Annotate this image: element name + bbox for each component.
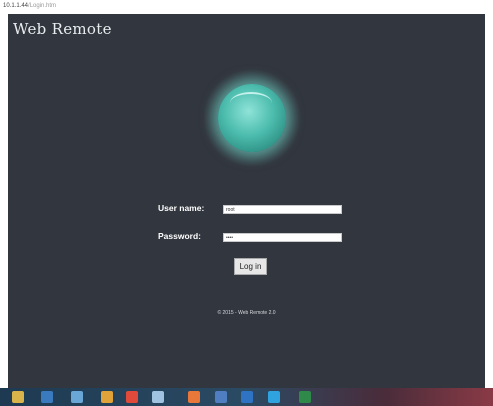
chrome-icon[interactable] — [126, 391, 138, 403]
firefox-icon[interactable] — [188, 391, 200, 403]
outlook-icon[interactable] — [241, 391, 253, 403]
password-label: Password: — [158, 231, 201, 241]
web-remote-app: Web Remote User name: Password: Log in ©… — [8, 14, 485, 388]
address-host: 10.1.1.44 — [3, 3, 29, 9]
taskbar — [0, 388, 493, 406]
excel-icon[interactable] — [299, 391, 311, 403]
monitor-icon[interactable] — [152, 391, 164, 403]
copyright-footer: © 2015 - Web Remote 2.0 — [217, 310, 276, 316]
password-field[interactable] — [223, 233, 342, 242]
orb-highlight — [230, 92, 272, 114]
address-bar[interactable]: 10.1.1.44/Login.htm — [0, 0, 493, 12]
file-explorer-icon[interactable] — [12, 391, 24, 403]
paint-icon[interactable] — [101, 391, 113, 403]
login-button[interactable]: Log in — [234, 258, 267, 275]
address-path: /Login.htm — [28, 3, 57, 9]
app-title: Web Remote — [13, 20, 112, 38]
username-field[interactable] — [223, 205, 342, 214]
skype-icon[interactable] — [268, 391, 280, 403]
media-player-icon[interactable] — [41, 391, 53, 403]
save-icon[interactable] — [215, 391, 227, 403]
network-icon[interactable] — [71, 391, 83, 403]
username-label: User name: — [158, 203, 205, 213]
